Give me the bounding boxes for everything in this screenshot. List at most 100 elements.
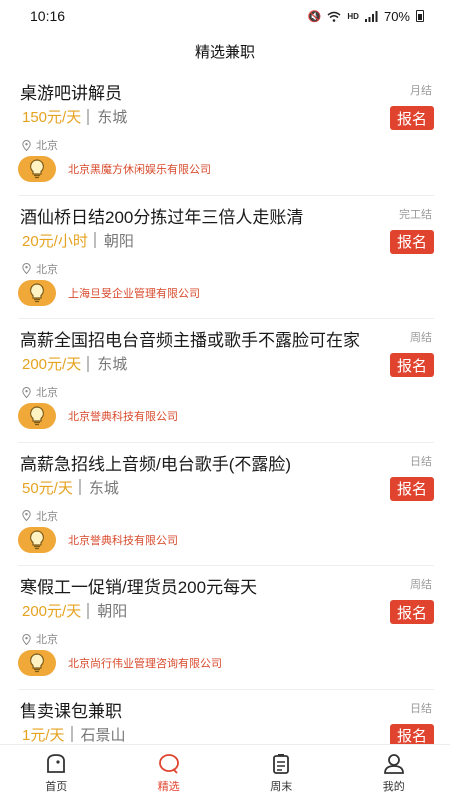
weekend-icon bbox=[273, 754, 290, 774]
job-district: 东城 bbox=[97, 109, 128, 126]
job-title: 售卖课包兼职 bbox=[20, 701, 122, 721]
job-card[interactable]: 高薪急招线上音频/电台歌手(不露脸) 日结 50元/天 东城 报名北京 北京誉典科… bbox=[18, 443, 434, 566]
job-location: 北京 bbox=[22, 631, 58, 647]
job-city: 北京 bbox=[36, 263, 58, 276]
apply-button[interactable]: 报名 bbox=[390, 106, 434, 130]
job-city: 北京 bbox=[36, 140, 58, 152]
job-card[interactable]: 售卖课包兼职 日结 1元/天 石景山 报名 bbox=[18, 690, 434, 745]
featured-icon bbox=[158, 754, 179, 774]
page-header: 精选兼职 bbox=[0, 32, 450, 70]
settlement-type: 周结 bbox=[410, 332, 432, 344]
bottom-tab-bar: 首页 精选 周末 我的 bbox=[0, 744, 450, 800]
job-district: 东城 bbox=[97, 356, 128, 373]
divider bbox=[93, 232, 96, 248]
job-card[interactable]: 桌游吧讲解员 月结 150元/天 东城 报名北京 北京黑魔方休闲娱乐有限公司 bbox=[18, 72, 434, 196]
company-row: 北京誉典科技有限公司 bbox=[18, 526, 178, 553]
signal-icon bbox=[364, 10, 378, 22]
job-city: 北京 bbox=[36, 634, 58, 646]
job-list[interactable]: 桌游吧讲解员 月结 150元/天 东城 报名 北京 北京黑魔方休闲娱乐有限公司 酒仙… bbox=[0, 72, 450, 744]
company-row: 北京黑魔方休闲娱乐有限公司 bbox=[18, 156, 211, 182]
job-title: 酒仙桥日结200分拣过年三倍人走账清 bbox=[20, 207, 304, 227]
job-location: 北京 bbox=[22, 261, 58, 277]
tab-home-label: 首页 bbox=[45, 781, 68, 793]
apply-button[interactable]: 报名 bbox=[390, 476, 434, 501]
tab-weekend-label: 周末 bbox=[270, 781, 293, 793]
pay-row: 50元/天 东城 bbox=[22, 477, 119, 498]
job-title: 高薪急招线上音频/电台歌手(不露脸) bbox=[20, 454, 292, 474]
company-row: 北京誉典科技有限公司 bbox=[18, 403, 178, 429]
apply-button[interactable]: 报名 bbox=[390, 723, 434, 744]
lightbulb-icon bbox=[30, 406, 44, 426]
location-pin-icon bbox=[22, 510, 31, 521]
job-pay: 200元/天 bbox=[22, 603, 82, 620]
company-avatar bbox=[18, 526, 56, 553]
tab-featured[interactable]: 精选 bbox=[113, 745, 226, 800]
job-title: 高薪全国招电台音频主播或歌手不露脸可在家 bbox=[20, 331, 360, 350]
status-bar: 10:16 🔇 HD 70% bbox=[0, 0, 450, 32]
pay-row: 200元/天 东城 bbox=[22, 353, 127, 374]
settlement-type: 周结 bbox=[410, 579, 432, 591]
job-location: 北京 bbox=[22, 384, 58, 400]
company-name: 上海旦旻企业管理有限公司 bbox=[68, 287, 200, 300]
company-avatar bbox=[18, 650, 56, 676]
location-pin-icon bbox=[22, 139, 31, 151]
job-pay: 150元/天 bbox=[22, 109, 82, 126]
job-card[interactable]: 酒仙桥日结200分拣过年三倍人走账清 完工结 20元/小时 朝阳 报名北京 上海旦… bbox=[18, 196, 434, 319]
location-pin-icon bbox=[22, 386, 31, 398]
job-title: 桌游吧讲解员 bbox=[20, 84, 122, 103]
location-pin-icon bbox=[22, 633, 31, 645]
tab-weekend[interactable]: 周末 bbox=[225, 745, 338, 800]
lightbulb-icon bbox=[30, 159, 44, 179]
pay-row: 150元/天 东城 bbox=[22, 106, 127, 127]
job-location: 北京 bbox=[22, 508, 58, 524]
job-district: 石景山 bbox=[80, 726, 126, 744]
job-pay: 50元/天 bbox=[22, 479, 73, 497]
tab-featured-label: 精选 bbox=[157, 781, 180, 793]
divider bbox=[87, 602, 90, 619]
tab-home[interactable]: 首页 bbox=[0, 745, 113, 800]
status-time: 10:16 bbox=[30, 8, 66, 24]
tab-profile-label: 我的 bbox=[382, 781, 405, 793]
page-title: 精选兼职 bbox=[194, 43, 255, 61]
battery-percent: 70% bbox=[383, 8, 410, 24]
settlement-type: 完工结 bbox=[399, 208, 432, 221]
job-card[interactable]: 寒假工一促销/理货员200元每天 周结 200元/天 朝阳 报名 北京 北京尚行伟业… bbox=[18, 566, 434, 690]
job-pay: 1元/天 bbox=[22, 726, 65, 744]
tab-profile[interactable]: 我的 bbox=[338, 745, 450, 800]
company-row: 上海旦旻企业管理有限公司 bbox=[18, 279, 200, 306]
job-city: 北京 bbox=[36, 387, 58, 399]
company-avatar bbox=[18, 156, 56, 182]
job-location: 北京 bbox=[22, 137, 58, 153]
battery-icon bbox=[416, 10, 424, 22]
company-row: 北京尚行伟业管理咨询有限公司 bbox=[18, 650, 222, 676]
location-pin-icon bbox=[22, 263, 31, 274]
lightbulb-icon bbox=[30, 653, 44, 673]
company-name: 北京誉典科技有限公司 bbox=[68, 534, 178, 547]
job-city: 北京 bbox=[36, 510, 58, 523]
apply-button[interactable]: 报名 bbox=[390, 600, 434, 624]
company-name: 北京尚行伟业管理咨询有限公司 bbox=[68, 658, 222, 670]
company-name: 北京誉典科技有限公司 bbox=[68, 411, 178, 423]
company-name: 北京黑魔方休闲娱乐有限公司 bbox=[68, 164, 211, 176]
settlement-type: 日结 bbox=[410, 455, 432, 468]
lightbulb-icon bbox=[30, 529, 44, 549]
job-pay: 200元/天 bbox=[22, 356, 82, 373]
divider bbox=[87, 355, 90, 372]
company-avatar bbox=[18, 403, 56, 429]
divider bbox=[70, 726, 73, 742]
pay-row: 20元/小时 朝阳 bbox=[22, 230, 134, 251]
status-icons: 🔇 HD 70% bbox=[308, 9, 424, 24]
wifi-icon bbox=[327, 11, 341, 22]
settlement-type: 月结 bbox=[410, 85, 432, 97]
apply-button[interactable]: 报名 bbox=[390, 353, 434, 377]
lightbulb-icon bbox=[30, 282, 44, 302]
pay-row: 200元/天 朝阳 bbox=[22, 600, 127, 621]
pay-row: 1元/天 石景山 bbox=[22, 724, 126, 745]
job-card[interactable]: 高薪全国招电台音频主播或歌手不露脸可在家 周结 200元/天 东城 报名北京 北京… bbox=[18, 319, 434, 443]
job-district: 朝阳 bbox=[97, 603, 128, 620]
apply-button[interactable]: 报名 bbox=[390, 229, 434, 254]
profile-icon bbox=[383, 754, 404, 774]
home-icon bbox=[47, 754, 66, 773]
job-district: 朝阳 bbox=[103, 232, 134, 250]
mute-icon: 🔇 bbox=[307, 10, 322, 23]
